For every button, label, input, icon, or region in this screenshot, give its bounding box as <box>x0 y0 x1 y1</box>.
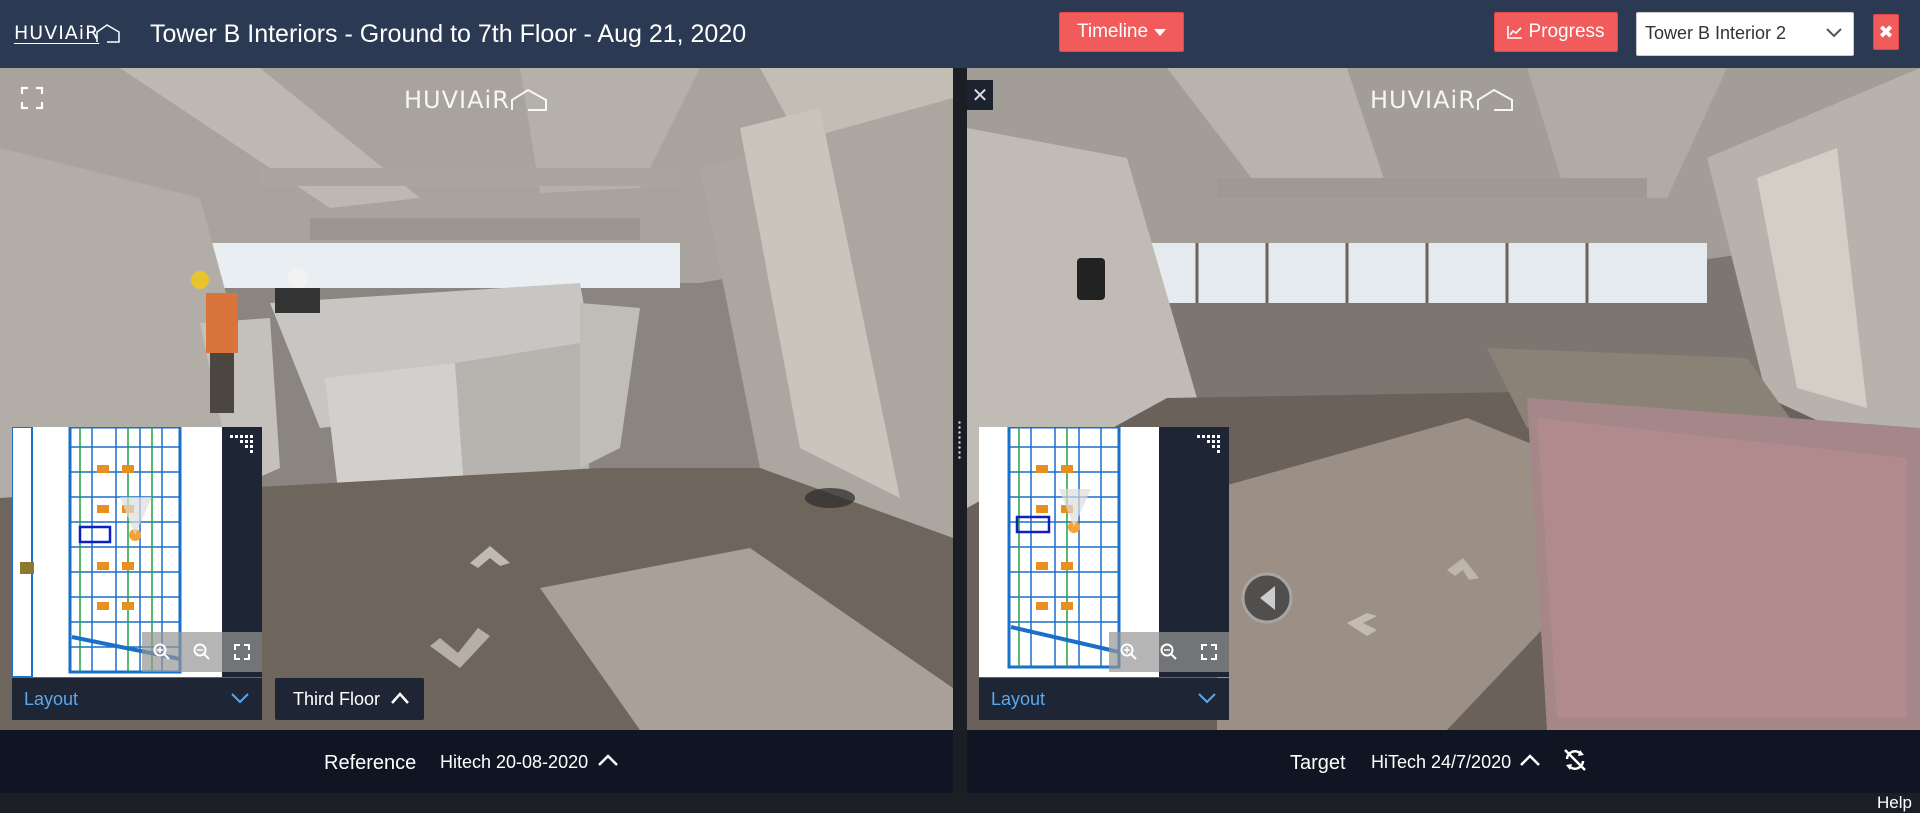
signal-grid-icon[interactable] <box>230 435 254 457</box>
close-icon: ✕ <box>971 84 989 107</box>
progress-button[interactable]: Progress <box>1494 12 1618 52</box>
brand-logo[interactable]: HUVIAiR <box>14 22 121 44</box>
zoom-out-icon[interactable] <box>193 643 211 661</box>
layout-label: Layout <box>991 689 1046 709</box>
watermark-house-icon <box>510 88 547 111</box>
map-zoom-tools <box>1109 632 1229 672</box>
watermark-text: HUVIAiR <box>404 86 510 114</box>
chevron-down-icon <box>231 693 249 704</box>
fullscreen-icon[interactable] <box>20 86 44 110</box>
floor-plan-minimap[interactable] <box>12 427 262 677</box>
help-link[interactable]: Help <box>1877 793 1912 813</box>
split-divider[interactable] <box>953 68 967 793</box>
close-panel-button[interactable]: ✕ <box>967 80 993 110</box>
target-bar: Target HiTech 24/7/2020 <box>967 730 1920 793</box>
target-viewer[interactable]: ✕ HUVIAiR Layout <box>967 68 1920 730</box>
project-select-value: Tower B Interior 2 <box>1645 23 1787 43</box>
timeline-label: Timeline <box>1076 21 1149 42</box>
floor-plan-minimap[interactable] <box>979 427 1229 677</box>
watermark-text: HUVIAiR <box>1370 86 1476 114</box>
chevron-up-icon[interactable] <box>1518 752 1542 768</box>
reference-label: Reference <box>324 752 417 774</box>
zoom-in-icon[interactable] <box>153 643 171 661</box>
brand-house-icon <box>96 24 121 43</box>
chevron-down-icon <box>1198 693 1216 704</box>
chevron-up-icon[interactable] <box>596 752 620 768</box>
close-compare-button[interactable]: ✖ <box>1873 14 1899 50</box>
sync-off-icon[interactable] <box>1562 747 1588 773</box>
target-date-selector[interactable]: HiTech 24/7/2020 <box>1371 752 1511 773</box>
reference-date-selector[interactable]: Hitech 20-08-2020 <box>440 752 588 773</box>
viewer-watermark: HUVIAiR <box>404 86 550 114</box>
layout-dropdown[interactable]: Layout <box>979 678 1229 720</box>
timeline-button[interactable]: Timeline <box>1059 12 1184 52</box>
project-select[interactable]: Tower B Interior 2 <box>1636 12 1854 56</box>
reference-bar: Reference Hitech 20-08-2020 <box>0 730 953 793</box>
signal-grid-icon[interactable] <box>1197 435 1221 457</box>
chevron-up-icon <box>391 692 409 704</box>
brand-text: HUVIAiR <box>14 22 100 44</box>
watermark-house-icon <box>1476 88 1513 111</box>
progress-label: Progress <box>1528 21 1605 42</box>
app: HUVIAiR Tower B Interiors - Ground to 7t… <box>0 0 1920 813</box>
layout-dropdown[interactable]: Layout <box>12 678 262 720</box>
chart-line-icon <box>1507 26 1523 39</box>
floor-label: Third Floor <box>293 689 381 709</box>
close-icon: ✖ <box>1878 21 1894 42</box>
zoom-out-icon[interactable] <box>1160 643 1178 661</box>
floor-selector[interactable]: Third Floor <box>275 678 424 720</box>
viewer-watermark: HUVIAiR <box>1370 86 1516 114</box>
page-title: Tower B Interiors - Ground to 7th Floor … <box>150 20 747 48</box>
zoom-in-icon[interactable] <box>1120 643 1138 661</box>
chevron-down-icon <box>1826 28 1842 38</box>
expand-map-icon[interactable] <box>233 643 251 661</box>
caret-down-icon <box>1154 28 1167 36</box>
target-label: Target <box>1290 752 1346 774</box>
expand-map-icon[interactable] <box>1200 643 1218 661</box>
top-bar: HUVIAiR Tower B Interiors - Ground to 7t… <box>0 0 1920 68</box>
footer: Help <box>0 793 1920 813</box>
map-zoom-tools <box>142 632 262 672</box>
layout-label: Layout <box>24 689 79 709</box>
drag-handle-icon[interactable] <box>957 420 962 460</box>
reference-viewer[interactable]: HUVIAiR Layout Third Floor <box>0 68 953 730</box>
